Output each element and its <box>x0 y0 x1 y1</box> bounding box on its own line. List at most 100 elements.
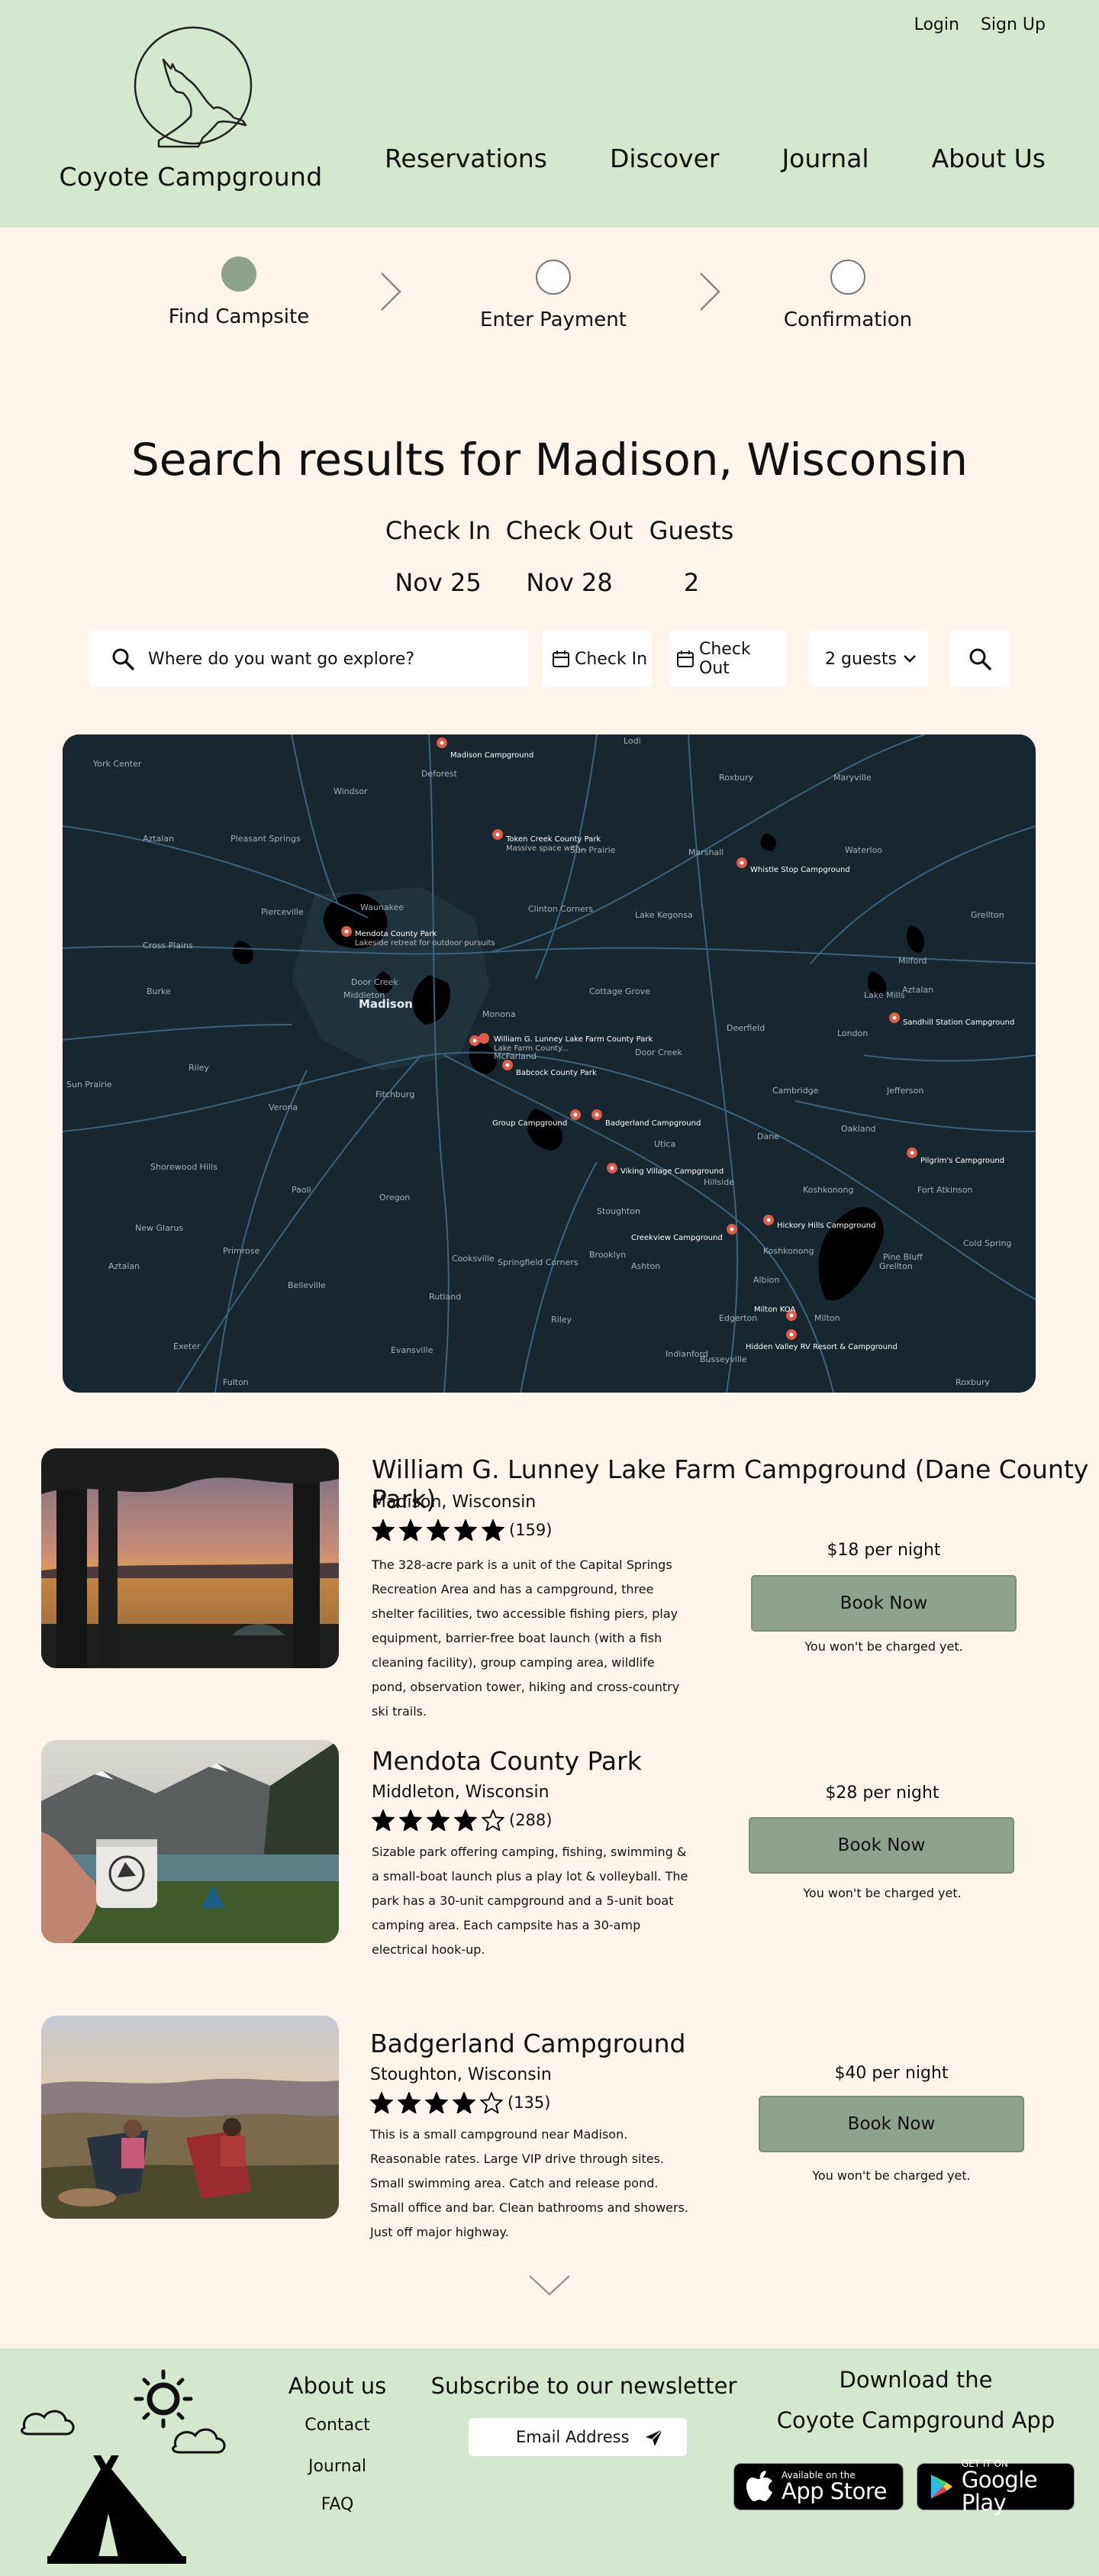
listing-title[interactable]: Mendota County Park <box>372 1746 642 1776</box>
star-filled-icon <box>399 1809 422 1831</box>
map-city-label: Primrose <box>223 1246 259 1256</box>
step-label: Enter Payment <box>480 308 627 331</box>
footer-link-faq[interactable]: FAQ <box>276 2495 398 2514</box>
check-out-label: Check Out <box>699 640 751 678</box>
nav-journal[interactable]: Journal <box>782 144 869 173</box>
site-footer: About us Contact Journal FAQ Subscribe t… <box>0 2348 1099 2576</box>
map-city-label: Deerfield <box>727 1023 765 1033</box>
map-city-label: Roxbury <box>956 1377 991 1387</box>
book-now-button[interactable]: Book Now <box>749 1817 1014 1874</box>
star-filled-icon <box>398 2092 421 2113</box>
send-icon[interactable] <box>644 2428 664 2448</box>
svg-text:Viking Village Campground: Viking Village Campground <box>620 1167 724 1176</box>
map-city-label: Brooklyn <box>589 1250 626 1260</box>
booking-note: You won't be charged yet. <box>804 1639 963 1654</box>
listing-photo-lake-sunset[interactable] <box>41 1448 339 1668</box>
star-filled-icon <box>370 2092 393 2113</box>
footer-link-contact[interactable]: Contact <box>276 2416 398 2435</box>
map-city-label: Lodi <box>624 736 641 746</box>
review-count: (159) <box>509 1521 553 1539</box>
login-link[interactable]: Login <box>914 15 959 34</box>
svg-text:Whistle Stop Campground: Whistle Stop Campground <box>750 866 850 874</box>
step-label: Find Campsite <box>168 305 310 328</box>
map-city-label: Cooksville <box>452 1254 495 1264</box>
chevron-down-icon <box>904 655 916 663</box>
map-city-label: Hillside <box>704 1177 734 1187</box>
map-city-label: Milton <box>814 1313 840 1323</box>
google-play-button[interactable]: GET IT ON Google Play <box>917 2459 1075 2514</box>
listing-description: The 328-acre park is a unit of the Capit… <box>372 1558 680 1719</box>
step-indicator-active <box>221 257 256 292</box>
listing-description: This is a small campground near Madison.… <box>370 2127 688 2239</box>
review-count: (135) <box>508 2093 551 2112</box>
google-play-big: Google Play <box>961 2467 1038 2516</box>
search-input[interactable]: Where do you want go explore? <box>89 631 528 687</box>
step-find-campsite[interactable]: Find Campsite <box>124 257 353 328</box>
guests-dropdown[interactable]: 2 guests <box>808 631 928 687</box>
step-enter-payment[interactable]: Enter Payment <box>439 260 668 331</box>
listing-price: $28 per night <box>825 1784 939 1803</box>
map-city-label: Cambridge <box>772 1086 819 1096</box>
svg-text:Token Creek County Park: Token Creek County Park <box>505 835 601 844</box>
listing-location: Stoughton, Wisconsin <box>370 2065 552 2084</box>
svg-text:Mendota County Park: Mendota County Park <box>355 930 437 938</box>
nav-reservations[interactable]: Reservations <box>385 144 547 173</box>
book-now-button[interactable]: Book Now <box>759 2096 1024 2152</box>
star-filled-icon <box>372 1519 395 1541</box>
map-city-label: Lake Kegonsa <box>635 910 693 920</box>
coyote-howling-moon-icon[interactable] <box>128 26 258 156</box>
map-city-label: Pierceville <box>261 907 304 917</box>
book-now-button[interactable]: Book Now <box>751 1575 1017 1632</box>
svg-text:Sandhill Station Campground: Sandhill Station Campground <box>903 1018 1014 1027</box>
search-button[interactable] <box>950 631 1010 687</box>
site-header: Coyote Campground Login Sign Up Reservat… <box>0 0 1099 228</box>
map-city-label: Albion <box>753 1275 779 1285</box>
svg-text:Massive space with...: Massive space with... <box>506 844 587 853</box>
listing-description: Sizable park offering camping, fishing, … <box>372 1845 688 1957</box>
chevron-down-icon[interactable] <box>527 2271 572 2299</box>
rating-stars: (135) <box>370 2092 550 2113</box>
star-filled-icon <box>454 1519 477 1541</box>
google-play-icon <box>930 2474 953 2499</box>
listing-photo-camp-chairs[interactable] <box>41 2016 339 2219</box>
footer-link-journal[interactable]: Journal <box>276 2457 398 2476</box>
step-indicator <box>830 260 865 295</box>
signup-link[interactable]: Sign Up <box>981 15 1046 34</box>
listing-title[interactable]: Badgerland Campground <box>370 2029 685 2058</box>
map-city-label: Exeter <box>173 1341 201 1351</box>
map-city-label: Utica <box>654 1139 675 1149</box>
svg-text:Pilgrim's Campground: Pilgrim's Campground <box>920 1157 1004 1165</box>
results-map[interactable]: Deforest Windsor Lodi Roxbury Maryville … <box>63 734 1036 1393</box>
nav-about-us[interactable]: About Us <box>932 144 1046 173</box>
summary-label: Check Out <box>505 516 633 545</box>
map-city-label: Burke <box>147 986 171 996</box>
map-city-label: Monona <box>482 1009 516 1019</box>
listing-location: Madison, Wisconsin <box>372 1493 537 1512</box>
calendar-icon <box>677 650 694 667</box>
app-store-button[interactable]: Available on the App Store <box>733 2463 904 2510</box>
map-city-label: New Glarus <box>135 1223 183 1233</box>
map-city-label: Shorewood Hills <box>150 1162 218 1172</box>
map-city-label: Riley <box>551 1315 572 1325</box>
apple-icon <box>746 2471 772 2501</box>
star-filled-icon <box>482 1519 504 1541</box>
svg-text:Creekview Campground: Creekview Campground <box>631 1234 723 1242</box>
listing-photo-mug-mountains[interactable] <box>41 1740 339 1943</box>
app-heading-line2: Coyote Campground App <box>776 2407 1055 2433</box>
summary-guests: Guests 2 <box>623 516 760 597</box>
footer-about-heading: About us <box>288 2373 387 2399</box>
map-city-label: Aztalan <box>902 985 933 995</box>
email-field[interactable]: Email Address <box>469 2418 687 2456</box>
map-city-label: Koshkonong <box>803 1185 853 1195</box>
step-label: Confirmation <box>783 308 913 331</box>
step-confirmation[interactable]: Confirmation <box>733 260 962 331</box>
map-city-label: Evansville <box>391 1345 433 1355</box>
summary-check-out: Check Out Nov 28 <box>501 516 638 597</box>
check-in-picker[interactable]: Check In <box>543 631 652 687</box>
nav-discover[interactable]: Discover <box>610 144 720 173</box>
star-filled-icon <box>372 1809 395 1831</box>
check-out-picker[interactable]: Check Out <box>669 631 786 687</box>
brand-name[interactable]: Coyote Campground <box>31 162 351 192</box>
map-canvas[interactable]: Deforest Windsor Lodi Roxbury Maryville … <box>63 734 1036 1393</box>
listing-price: $18 per night <box>827 1541 941 1560</box>
